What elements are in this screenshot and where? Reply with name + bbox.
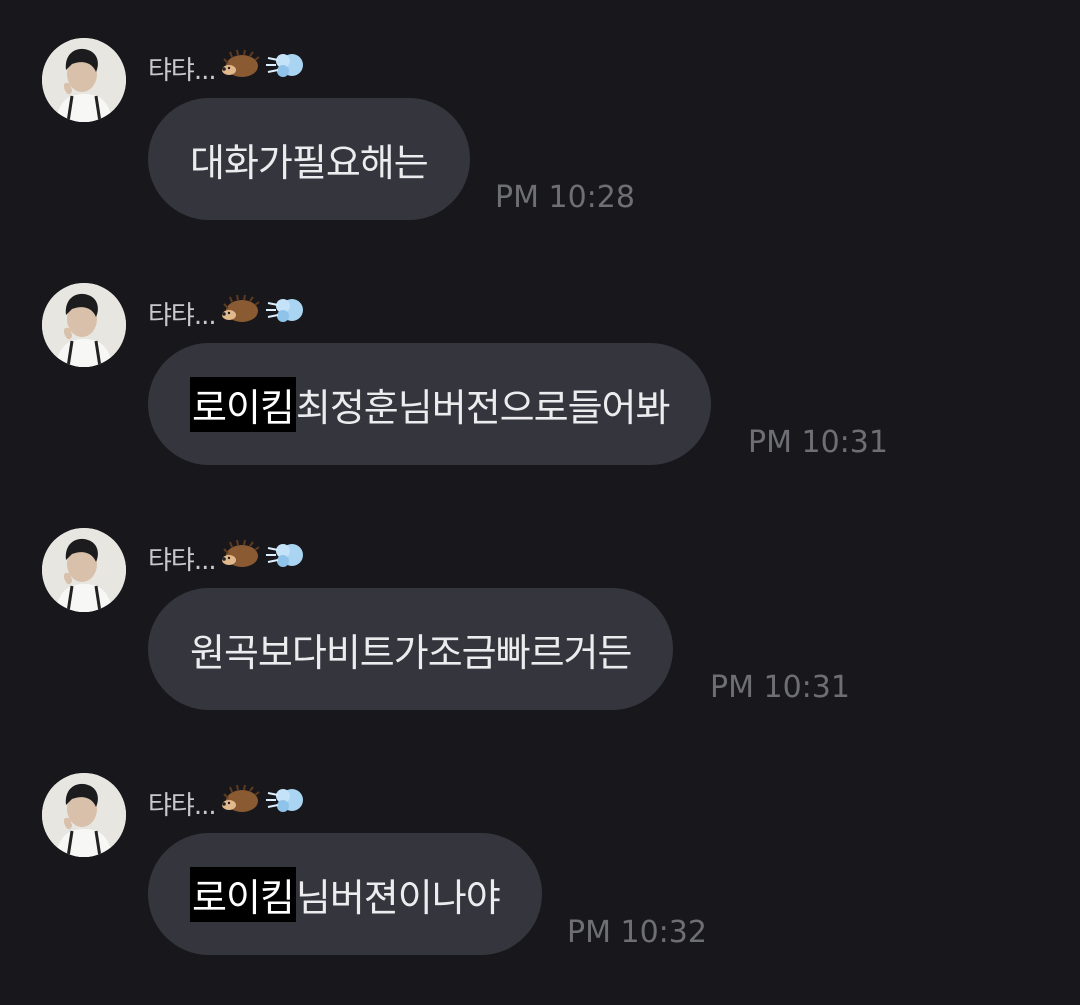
avatar[interactable]	[42, 38, 126, 122]
chat-list[interactable]: 탸탸... 대화가필요해는 PM 10:28 탸탸... 로이킴 최정훈님버전으…	[0, 0, 1080, 1005]
avatar-photo	[42, 773, 126, 857]
sender-name: 탸탸...	[148, 293, 306, 334]
message-row: 탸탸... 원곡보다비트가조금빠르거든 PM 10:31	[0, 528, 1080, 748]
hedgehog-icon	[220, 784, 262, 823]
hedgehog-icon	[220, 539, 262, 578]
message-bubble[interactable]: 대화가필요해는	[148, 98, 470, 220]
message-highlight-text: 로이킴	[190, 866, 296, 922]
avatar-photo	[42, 528, 126, 612]
avatar[interactable]	[42, 283, 126, 367]
message-text: 원곡보다비트가조금빠르거든	[190, 630, 632, 675]
sender-name: 탸탸...	[148, 783, 306, 824]
sender-label: 탸탸...	[148, 300, 217, 331]
message-highlight-text: 로이킴	[190, 376, 296, 432]
message-time: PM 10:31	[748, 425, 888, 460]
message-bubble[interactable]: 원곡보다비트가조금빠르거든	[148, 588, 674, 710]
message-text: 최정훈님버전으로들어봐	[295, 385, 671, 430]
sender-name: 탸탸...	[148, 48, 306, 89]
message-bubble[interactable]: 로이킴 님버젼이나야	[148, 833, 542, 955]
message-time: PM 10:28	[495, 180, 635, 215]
message-text: 님버젼이나야	[295, 875, 501, 920]
sender-name: 탸탸...	[148, 538, 306, 579]
message-row: 탸탸... 로이킴 님버젼이나야 PM 10:32	[0, 773, 1080, 993]
message-text: 대화가필요해는	[190, 140, 429, 185]
hedgehog-icon	[220, 49, 262, 88]
sender-label: 탸탸...	[148, 55, 217, 86]
dash-cloud-icon	[265, 538, 306, 579]
dash-cloud-icon	[265, 48, 306, 89]
avatar[interactable]	[42, 773, 126, 857]
sender-label: 탸탸...	[148, 545, 217, 576]
message-time: PM 10:32	[567, 915, 707, 950]
message-bubble[interactable]: 로이킴 최정훈님버전으로들어봐	[148, 343, 712, 465]
dash-cloud-icon	[265, 293, 306, 334]
message-row: 탸탸... 대화가필요해는 PM 10:28	[0, 38, 1080, 258]
avatar-photo	[42, 38, 126, 122]
avatar-photo	[42, 283, 126, 367]
sender-label: 탸탸...	[148, 790, 217, 821]
avatar[interactable]	[42, 528, 126, 612]
hedgehog-icon	[220, 294, 262, 333]
dash-cloud-icon	[265, 783, 306, 824]
message-row: 탸탸... 로이킴 최정훈님버전으로들어봐 PM 10:31	[0, 283, 1080, 503]
message-time: PM 10:31	[710, 670, 850, 705]
